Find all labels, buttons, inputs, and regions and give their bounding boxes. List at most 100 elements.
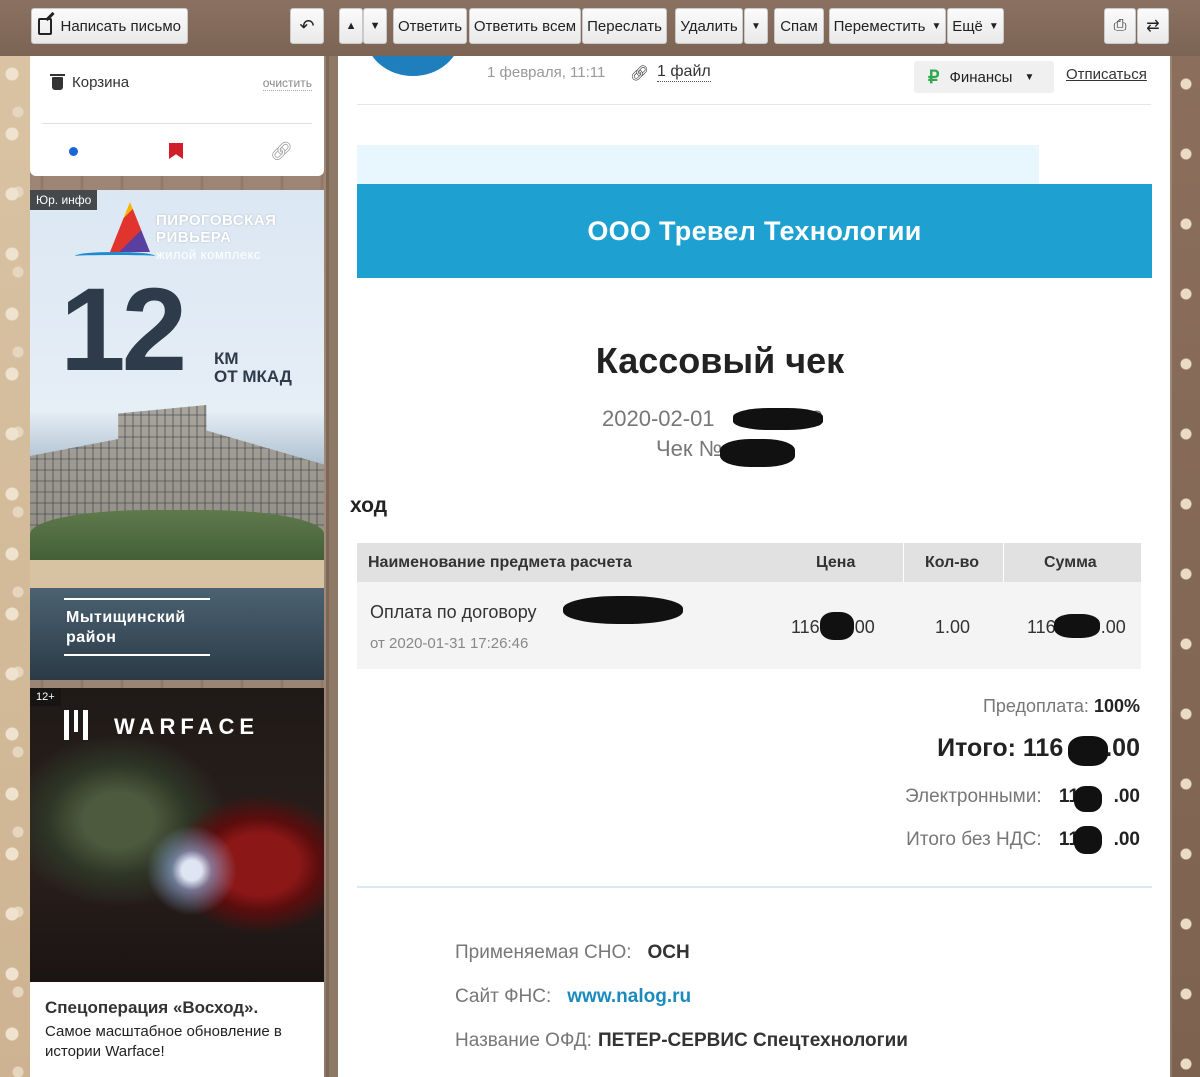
flagged-filter-icon[interactable] <box>169 143 183 159</box>
receipt-top-bar <box>357 145 1039 185</box>
attachments-count: 1 файл <box>657 63 711 82</box>
electronic-line: Электронными: 116.00 <box>905 786 1140 808</box>
col-sum: Сумма <box>1044 554 1097 571</box>
item-name: Оплата по договору <box>370 602 537 622</box>
redaction-mark <box>1074 826 1102 854</box>
printer-icon: ⎙ <box>1113 17 1127 34</box>
reply-button[interactable]: Ответить <box>393 8 467 44</box>
ad-rule <box>64 598 210 600</box>
item-sum-suffix: .00 <box>1100 617 1126 637</box>
total-line: Итого: 116 .00 <box>937 734 1140 763</box>
warface-logo-icon <box>64 710 88 740</box>
redaction-mark <box>733 408 823 430</box>
company-name: ООО Тревел Технологии <box>587 215 922 246</box>
trash-icon <box>50 74 65 90</box>
next-message-button[interactable]: ▼ <box>363 8 387 44</box>
sender-avatar[interactable] <box>366 56 460 76</box>
ad-district-line2: район <box>66 629 117 646</box>
divider <box>42 123 312 124</box>
caret-down-icon: ▼ <box>931 20 942 32</box>
redaction-mark <box>1054 614 1100 638</box>
electronic-suffix: .00 <box>1113 786 1140 807</box>
receipt-date-value: 2020-02-01 <box>602 406 715 431</box>
fns-label: Сайт ФНС: <box>455 986 552 1007</box>
redaction-mark <box>1068 736 1108 766</box>
prepay-value: 100% <box>1093 696 1140 716</box>
undo-icon: ↶ <box>299 15 315 36</box>
unsubscribe-link[interactable]: Отписаться <box>1066 66 1147 83</box>
ofd-value: ПЕТЕР-СЕРВИС Спецтехнологии <box>597 1030 908 1051</box>
item-qty: 1.00 <box>935 617 971 637</box>
delete-menu-button[interactable]: ▼ <box>744 8 768 44</box>
redaction-mark <box>1074 786 1102 812</box>
ad-km-line2: ОТ МКАД <box>214 367 292 386</box>
ad-rule <box>64 654 210 656</box>
ad-banner-real-estate[interactable]: Юр. инфо ПИРОГОВСКАЯ РИВЬЕРА жилой компл… <box>30 190 324 680</box>
spam-button[interactable]: Спам <box>774 8 824 44</box>
undo-button[interactable]: ↶ <box>290 8 324 44</box>
caret-down-icon: ▼ <box>988 20 999 32</box>
category-dropdown[interactable]: ₽ Финансы ▼ <box>914 61 1054 93</box>
attachments-filter-icon[interactable]: 🔗︎ <box>270 142 293 160</box>
translate-icon: ⇄ <box>1146 18 1160 35</box>
background-sand-left <box>0 56 30 1077</box>
compose-button[interactable]: Написать письмо <box>31 8 188 44</box>
move-button[interactable]: Переместить ▼ <box>829 8 946 44</box>
electronic-label: Электронными: <box>905 786 1042 807</box>
print-button[interactable]: ⎙ <box>1104 8 1136 44</box>
delete-button[interactable]: Удалить <box>675 8 743 44</box>
ad-legal-info-badge[interactable]: Юр. инфо <box>30 190 98 210</box>
receipt-title: Кассовый чек <box>595 340 845 381</box>
divider <box>1003 543 1004 582</box>
attachments-link[interactable]: 🔗︎ 1 файл <box>630 63 711 82</box>
ad-brand-name: ПИРОГОВСКАЯ РИВЬЕРА <box>156 212 277 246</box>
receipt-table-header: Наименование предмета расчета Цена Кол-в… <box>357 543 1141 582</box>
ad-brand-subtitle: жилой комплекс <box>156 247 261 262</box>
nonds-line: Итого без НДС: 116.00 <box>906 829 1140 851</box>
ad-game-title: Спецоперация «Восход». <box>45 998 259 1017</box>
ad-game-logo: WARFACE <box>114 714 259 739</box>
ad-district: Мытищинский район <box>66 608 186 648</box>
item-sum-prefix: 116 <box>1027 617 1056 637</box>
ad-district-line1: Мытищинский <box>66 609 186 626</box>
reply-all-button[interactable]: Ответить всем <box>469 8 581 44</box>
nonds-suffix: .00 <box>1113 829 1140 850</box>
forward-button[interactable]: Переслать <box>582 8 667 44</box>
ofd-label: Название ОФД: <box>455 1030 592 1051</box>
ad-distance-number: 12 <box>60 264 187 396</box>
ruble-icon: ₽ <box>928 66 940 87</box>
sno-value: ОСН <box>647 942 690 963</box>
divider <box>357 104 1151 105</box>
arrow-up-icon: ▲ <box>345 20 357 32</box>
folder-trash-label: Корзина <box>72 74 130 91</box>
fns-link[interactable]: www.nalog.ru <box>567 986 691 1007</box>
redaction-mark <box>563 596 683 624</box>
arrow-down-icon: ▼ <box>369 20 381 32</box>
prev-message-button[interactable]: ▲ <box>339 8 363 44</box>
ad-banner-game[interactable]: 12+ WARFACE Спецоперация «Восход». Самое… <box>30 688 324 1077</box>
unread-filter-icon[interactable] <box>69 147 78 156</box>
ad-beach-image <box>30 560 324 590</box>
folder-trash[interactable]: Корзина очистить <box>50 74 312 96</box>
ad-distance-unit: КМ ОТ МКАД <box>214 350 292 386</box>
total-label: Итого: <box>937 734 1016 762</box>
sno-label: Применяемая СНО: <box>455 942 632 963</box>
more-button[interactable]: Ещё ▼ <box>947 8 1004 44</box>
caret-down-icon: ▼ <box>751 20 761 32</box>
ad-game-text: Самое масштабное обновление в истории Wa… <box>45 1023 282 1060</box>
clear-trash-link[interactable]: очистить <box>262 76 312 91</box>
table-row: Оплата по договору от 2020-01-31 17:26:4… <box>357 582 1141 669</box>
compose-icon <box>38 17 53 35</box>
sail-logo-icon <box>110 202 150 252</box>
translate-button[interactable]: ⇄ <box>1137 8 1169 44</box>
total-suffix: .00 <box>1105 734 1140 762</box>
section-heading: ход <box>350 494 388 517</box>
receipt-number: Чек № <box>656 436 723 461</box>
col-qty: Кол-во <box>925 554 980 571</box>
divider <box>357 886 1152 888</box>
prepay-line: Предоплата: 100% <box>983 696 1140 717</box>
mail-toolbar: Написать письмо ↶ ▲ ▼ Ответить Ответить … <box>0 0 1200 56</box>
compose-label: Написать письмо <box>60 17 181 35</box>
move-label: Переместить <box>833 17 926 35</box>
category-label: Финансы <box>949 68 1013 86</box>
